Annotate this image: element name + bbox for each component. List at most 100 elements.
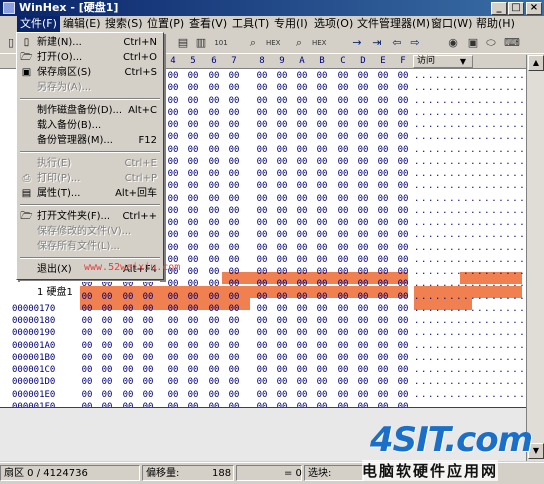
hex-byte[interactable]: 00: [227, 95, 241, 107]
hex-byte[interactable]: 00: [166, 82, 180, 94]
hex-byte[interactable]: 00: [376, 205, 390, 217]
replace-hex-icon[interactable]: HEX: [312, 36, 326, 50]
ascii-text[interactable]: ................: [414, 168, 525, 180]
menu-search[interactable]: 搜索(S): [102, 16, 146, 32]
hex-byte[interactable]: 00: [255, 315, 269, 327]
hex-byte[interactable]: 00: [80, 364, 94, 376]
hex-byte[interactable]: 00: [100, 303, 114, 315]
ascii-text[interactable]: ................: [414, 70, 525, 82]
hex-byte[interactable]: 00: [295, 217, 309, 229]
hex-byte[interactable]: 00: [166, 95, 180, 107]
hex-byte[interactable]: 00: [356, 242, 370, 254]
ascii-text[interactable]: ................: [414, 303, 525, 315]
hex-byte[interactable]: 00: [295, 315, 309, 327]
hex-byte[interactable]: 00: [80, 389, 94, 401]
hex-byte[interactable]: 00: [376, 144, 390, 156]
hex-byte[interactable]: 00: [121, 352, 135, 364]
hex-byte[interactable]: 00: [255, 278, 269, 290]
hex-byte[interactable]: 00: [295, 107, 309, 119]
hex-byte[interactable]: 00: [356, 278, 370, 290]
hex-row[interactable]: 000001B0 00 00 00 00 00 00 00 00 00 00 00 00 00 00 00 00…: [0, 352, 526, 364]
hex-byte[interactable]: 00: [227, 193, 241, 205]
hex-row[interactable]: 00000170 00 00 00 00 00 00 00 00 00 00 00 00 00 00 00 00…: [0, 303, 526, 315]
hex-byte[interactable]: 00: [255, 156, 269, 168]
hex-byte[interactable]: 00: [315, 144, 329, 156]
hex-byte[interactable]: 00: [141, 303, 155, 315]
hex-byte[interactable]: 00: [275, 168, 289, 180]
hex-byte[interactable]: 00: [186, 119, 200, 131]
close-button[interactable]: ×: [526, 2, 542, 15]
hex-byte[interactable]: 00: [255, 205, 269, 217]
hex-byte[interactable]: 00: [186, 352, 200, 364]
hex-byte[interactable]: 00: [376, 266, 390, 278]
hex-byte[interactable]: 00: [396, 291, 410, 303]
hex-byte[interactable]: 00: [207, 340, 221, 352]
ascii-text[interactable]: ................: [414, 254, 525, 266]
hex-byte[interactable]: 00: [227, 315, 241, 327]
hex-byte[interactable]: 00: [275, 193, 289, 205]
hex-byte[interactable]: 00: [295, 131, 309, 143]
hex-byte[interactable]: 00: [166, 364, 180, 376]
hex-byte[interactable]: 00: [356, 291, 370, 303]
hex-byte[interactable]: 00: [207, 254, 221, 266]
hex-byte[interactable]: 00: [255, 193, 269, 205]
hex-byte[interactable]: 00: [275, 119, 289, 131]
hex-byte[interactable]: 00: [295, 95, 309, 107]
ascii-text[interactable]: ................: [414, 389, 525, 401]
hex-byte[interactable]: 00: [186, 340, 200, 352]
hex-byte[interactable]: 00: [255, 340, 269, 352]
hex-byte[interactable]: 00: [315, 193, 329, 205]
hex-byte[interactable]: 00: [295, 303, 309, 315]
binary-icon[interactable]: 101: [214, 36, 228, 50]
hex-byte[interactable]: 00: [255, 82, 269, 94]
ascii-text[interactable]: ................: [414, 242, 525, 254]
hex-byte[interactable]: 00: [396, 107, 410, 119]
hex-byte[interactable]: 00: [207, 291, 221, 303]
hex-byte[interactable]: 00: [207, 315, 221, 327]
hex-byte[interactable]: 00: [396, 254, 410, 266]
hex-byte[interactable]: 00: [275, 229, 289, 241]
hex-byte[interactable]: 00: [275, 340, 289, 352]
disk-tool-icon[interactable]: ◉: [446, 36, 460, 50]
hex-byte[interactable]: 00: [315, 291, 329, 303]
hex-byte[interactable]: 00: [336, 327, 350, 339]
hex-byte[interactable]: 00: [166, 352, 180, 364]
hex-byte[interactable]: 00: [207, 266, 221, 278]
ascii-text[interactable]: ................: [414, 376, 525, 388]
ascii-text[interactable]: ................: [414, 156, 525, 168]
hex-byte[interactable]: 00: [186, 242, 200, 254]
hex-byte[interactable]: 00: [186, 327, 200, 339]
menu-position[interactable]: 位置(P): [144, 16, 187, 32]
hex-byte[interactable]: 00: [315, 376, 329, 388]
hex-byte[interactable]: 00: [255, 131, 269, 143]
hex-byte[interactable]: 00: [336, 266, 350, 278]
hex-byte[interactable]: 00: [336, 193, 350, 205]
hex-byte[interactable]: 00: [141, 376, 155, 388]
hex-byte[interactable]: 00: [356, 364, 370, 376]
hex-byte[interactable]: 00: [275, 156, 289, 168]
hex-byte[interactable]: 00: [141, 352, 155, 364]
hex-byte[interactable]: 00: [356, 352, 370, 364]
file-menu-item[interactable]: 备份管理器(M)... F12: [19, 133, 161, 148]
hex-byte[interactable]: 00: [207, 352, 221, 364]
hex-byte[interactable]: 00: [166, 205, 180, 217]
hex-byte[interactable]: 00: [275, 364, 289, 376]
hex-byte[interactable]: 00: [315, 156, 329, 168]
find-binoculars-icon[interactable]: ⌕: [246, 36, 260, 50]
hex-byte[interactable]: 00: [336, 315, 350, 327]
hex-byte[interactable]: 00: [186, 315, 200, 327]
replace-text-icon[interactable]: ⌕: [292, 36, 306, 50]
hex-byte[interactable]: 00: [207, 242, 221, 254]
hex-byte[interactable]: 00: [186, 217, 200, 229]
hex-byte[interactable]: 00: [356, 119, 370, 131]
hex-byte[interactable]: 00: [100, 389, 114, 401]
hex-byte[interactable]: 00: [207, 119, 221, 131]
hex-byte[interactable]: 00: [275, 327, 289, 339]
hex-byte[interactable]: 00: [295, 266, 309, 278]
hex-byte[interactable]: 00: [227, 156, 241, 168]
hex-byte[interactable]: 00: [275, 95, 289, 107]
hex-byte[interactable]: 00: [186, 291, 200, 303]
hex-byte[interactable]: 00: [315, 107, 329, 119]
hex-byte[interactable]: 00: [275, 70, 289, 82]
hex-byte[interactable]: 00: [255, 168, 269, 180]
